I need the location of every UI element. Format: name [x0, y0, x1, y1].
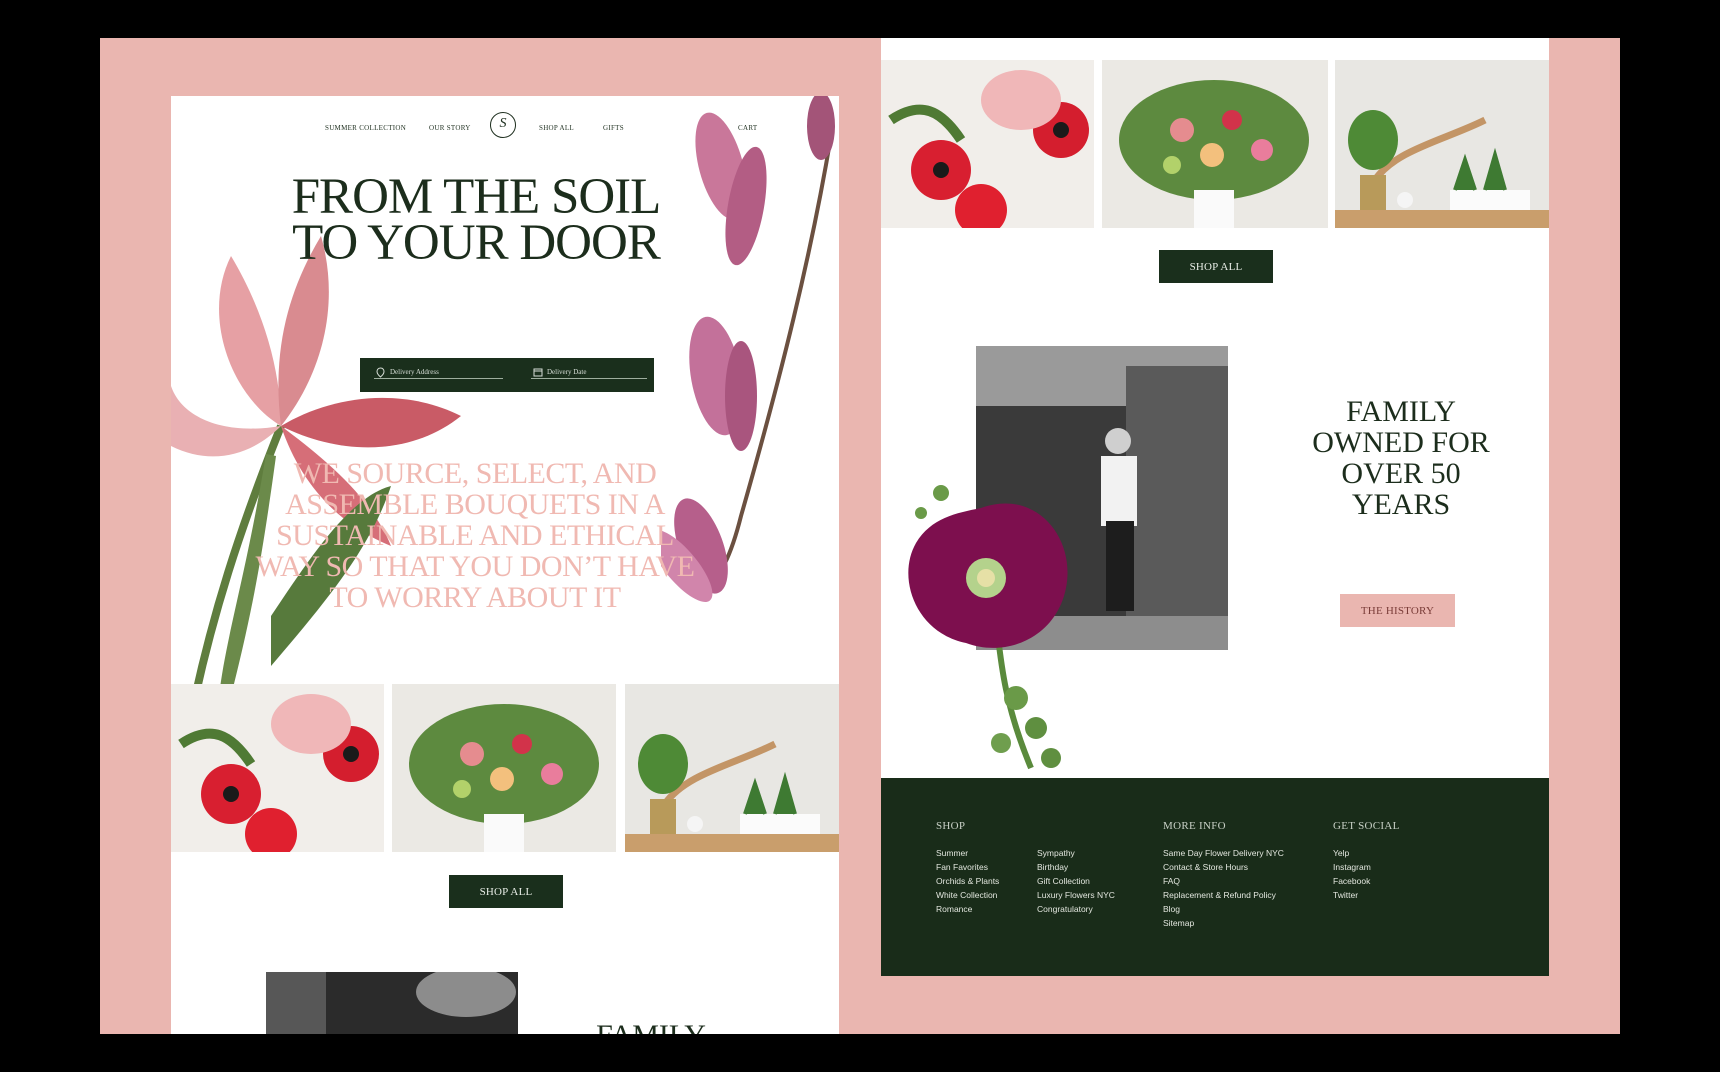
nav-our-story[interactable]: OUR STORY: [429, 124, 471, 132]
footer-more-links: Same Day Flower Delivery NYC Contact & S…: [1163, 846, 1284, 930]
footer-link-same-day[interactable]: Same Day Flower Delivery NYC: [1163, 846, 1284, 860]
footer-shop-heading: SHOP: [936, 820, 966, 832]
history-title-partial: FAMILY: [571, 1020, 731, 1034]
product-photo-anemone[interactable]: [171, 684, 384, 852]
footer-link-instagram[interactable]: Instagram: [1333, 860, 1371, 874]
footer-link-yelp[interactable]: Yelp: [1333, 846, 1371, 860]
product-photo-plants[interactable]: [1335, 60, 1549, 228]
footer-link-fan-favorites[interactable]: Fan Favorites: [936, 860, 999, 874]
footer-link-white-collection[interactable]: White Collection: [936, 888, 999, 902]
nav-shop-all[interactable]: SHOP ALL: [539, 124, 574, 132]
footer-link-orchids-plants[interactable]: Orchids & Plants: [936, 874, 999, 888]
product-photo-bouquet[interactable]: [1102, 60, 1328, 228]
delivery-date-placeholder: Delivery Date: [547, 368, 587, 376]
homepage-left: SUMMER COLLECTION OUR STORY SHOP ALL GIF…: [171, 96, 839, 1034]
footer-link-contact[interactable]: Contact & Store Hours: [1163, 860, 1284, 874]
homepage-right: SHOP ALL FAMILY OWNED FOR OVER 50 YEARS …: [881, 38, 1549, 976]
shop-all-button[interactable]: SHOP ALL: [449, 875, 563, 908]
site-footer: SHOP Summer Fan Favorites Orchids & Plan…: [881, 778, 1549, 976]
shop-all-button[interactable]: SHOP ALL: [1159, 250, 1273, 283]
product-photo-plants[interactable]: [625, 684, 839, 852]
history-button[interactable]: THE HISTORY: [1340, 594, 1455, 627]
footer-link-gift-collection[interactable]: Gift Collection: [1037, 874, 1115, 888]
hollyhock-flower-image: [908, 485, 1068, 770]
footer-social-heading: GET SOCIAL: [1333, 820, 1400, 832]
calendar-icon: [533, 368, 543, 377]
footer-link-sympathy[interactable]: Sympathy: [1037, 846, 1115, 860]
nav-summer-collection[interactable]: SUMMER COLLECTION: [325, 124, 406, 132]
footer-shop-links-1: Summer Fan Favorites Orchids & Plants Wh…: [936, 846, 999, 916]
mission-tagline: WE SOURCE, SELECT, AND ASSEMBLE BOUQUETS…: [255, 457, 695, 614]
footer-link-congratulatory[interactable]: Congratulatory: [1037, 902, 1115, 916]
delivery-address-placeholder: Delivery Address: [390, 368, 439, 376]
delivery-search-bar: Delivery Address Delivery Date: [360, 358, 654, 392]
footer-link-twitter[interactable]: Twitter: [1333, 888, 1371, 902]
footer-link-facebook[interactable]: Facebook: [1333, 874, 1371, 888]
hero-title: FROM THE SOIL TO YOUR DOOR: [291, 169, 662, 271]
footer-link-faq[interactable]: FAQ: [1163, 874, 1284, 888]
footer-link-birthday[interactable]: Birthday: [1037, 860, 1115, 874]
location-pin-icon: [376, 367, 385, 378]
product-photo-bouquet[interactable]: [392, 684, 616, 852]
footer-link-refund[interactable]: Replacement & Refund Policy: [1163, 888, 1284, 902]
nav-gifts[interactable]: GIFTS: [603, 124, 624, 132]
nav-cart[interactable]: CART: [738, 124, 757, 132]
history-title: FAMILY OWNED FOR OVER 50 YEARS: [1312, 395, 1490, 521]
founder-photo-partial: [266, 972, 518, 1034]
footer-more-heading: MORE INFO: [1163, 820, 1226, 832]
footer-link-blog[interactable]: Blog: [1163, 902, 1284, 916]
brand-logo[interactable]: S: [490, 112, 516, 138]
delivery-address-field[interactable]: Delivery Address: [374, 367, 503, 379]
footer-link-romance[interactable]: Romance: [936, 902, 999, 916]
delivery-date-field[interactable]: Delivery Date: [531, 368, 647, 379]
iris-flower-image: [171, 236, 461, 696]
footer-link-sitemap[interactable]: Sitemap: [1163, 916, 1284, 930]
product-photo-anemone[interactable]: [881, 60, 1094, 228]
footer-shop-links-2: Sympathy Birthday Gift Collection Luxury…: [1037, 846, 1115, 916]
footer-link-summer[interactable]: Summer: [936, 846, 999, 860]
footer-link-luxury-flowers[interactable]: Luxury Flowers NYC: [1037, 888, 1115, 902]
footer-social-links: Yelp Instagram Facebook Twitter: [1333, 846, 1371, 902]
